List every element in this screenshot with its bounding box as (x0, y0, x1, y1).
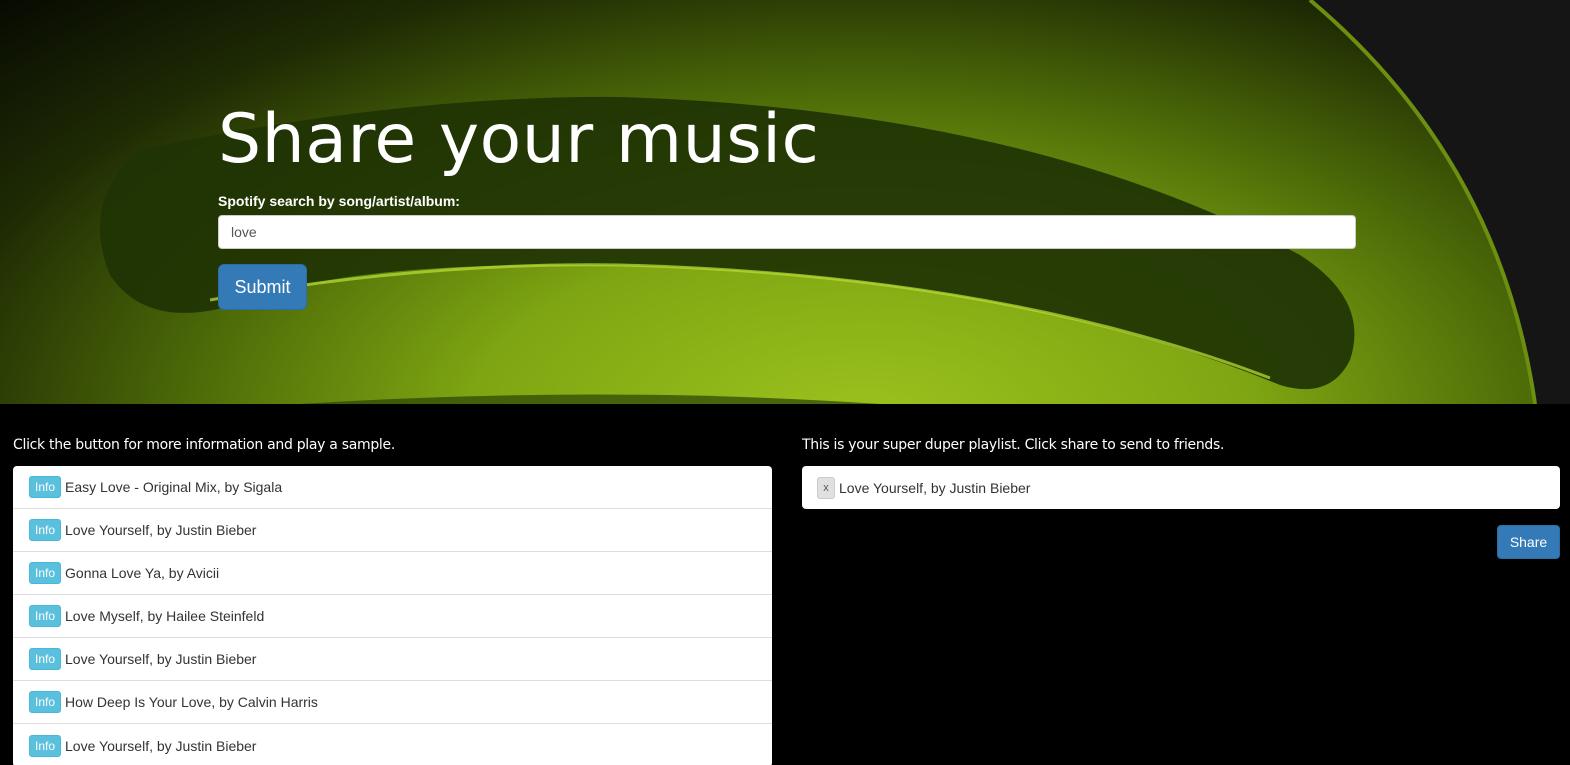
list-item: Info Love Myself, by Hailee Steinfeld (13, 595, 772, 638)
submit-button[interactable]: Submit (218, 264, 307, 310)
list-item: Info Gonna Love Ya, by Avicii (13, 552, 772, 595)
list-item: Info Love Yourself, by Justin Bieber (13, 724, 772, 765)
track-label: Love Yourself, by Justin Bieber (65, 522, 257, 538)
share-row: Share (802, 525, 1560, 559)
page-title: Share your music (218, 100, 820, 179)
track-label: Love Yourself, by Justin Bieber (65, 651, 257, 667)
track-label: How Deep Is Your Love, by Calvin Harris (65, 694, 318, 710)
hero-content: Share your music Spotify search by song/… (218, 95, 1356, 310)
search-results-panel: Click the button for more information an… (13, 404, 772, 765)
info-button[interactable]: Info (29, 734, 62, 757)
list-item: Info How Deep Is Your Love, by Calvin Ha… (13, 681, 772, 724)
info-button[interactable]: Info (29, 562, 62, 584)
track-label: Easy Love - Original Mix, by Sigala (65, 479, 283, 495)
content-area: Click the button for more information an… (0, 404, 1570, 765)
info-button[interactable]: Info (29, 605, 62, 627)
track-label: Love Yourself, by Justin Bieber (839, 479, 1031, 496)
list-item: Info Love Yourself, by Justin Bieber (13, 638, 772, 681)
info-button[interactable]: Info (29, 519, 62, 541)
search-label: Spotify search by song/artist/album: (218, 193, 460, 209)
hero-banner: Share your music Spotify search by song/… (0, 0, 1570, 404)
results-caption: Click the button for more information an… (13, 437, 395, 453)
remove-button[interactable]: x (817, 476, 835, 499)
track-label: Love Myself, by Hailee Steinfeld (65, 608, 265, 624)
playlist-item: x Love Yourself, by Justin Bieber (802, 466, 1560, 509)
share-button[interactable]: Share (1497, 525, 1560, 559)
list-item: Info Love Yourself, by Justin Bieber (13, 509, 772, 552)
playlist-panel: This is your super duper playlist. Click… (802, 404, 1560, 559)
info-button[interactable]: Info (29, 476, 62, 498)
info-button[interactable]: Info (29, 648, 62, 670)
track-label: Love Yourself, by Justin Bieber (65, 737, 257, 754)
search-input[interactable] (218, 215, 1356, 249)
list-item: Info Easy Love - Original Mix, by Sigala (13, 466, 772, 509)
playlist-list: x Love Yourself, by Justin Bieber (802, 466, 1560, 509)
track-label: Gonna Love Ya, by Avicii (65, 565, 220, 581)
info-button[interactable]: Info (29, 691, 62, 713)
playlist-caption: This is your super duper playlist. Click… (802, 437, 1225, 453)
results-list: Info Easy Love - Original Mix, by Sigala… (13, 466, 772, 765)
